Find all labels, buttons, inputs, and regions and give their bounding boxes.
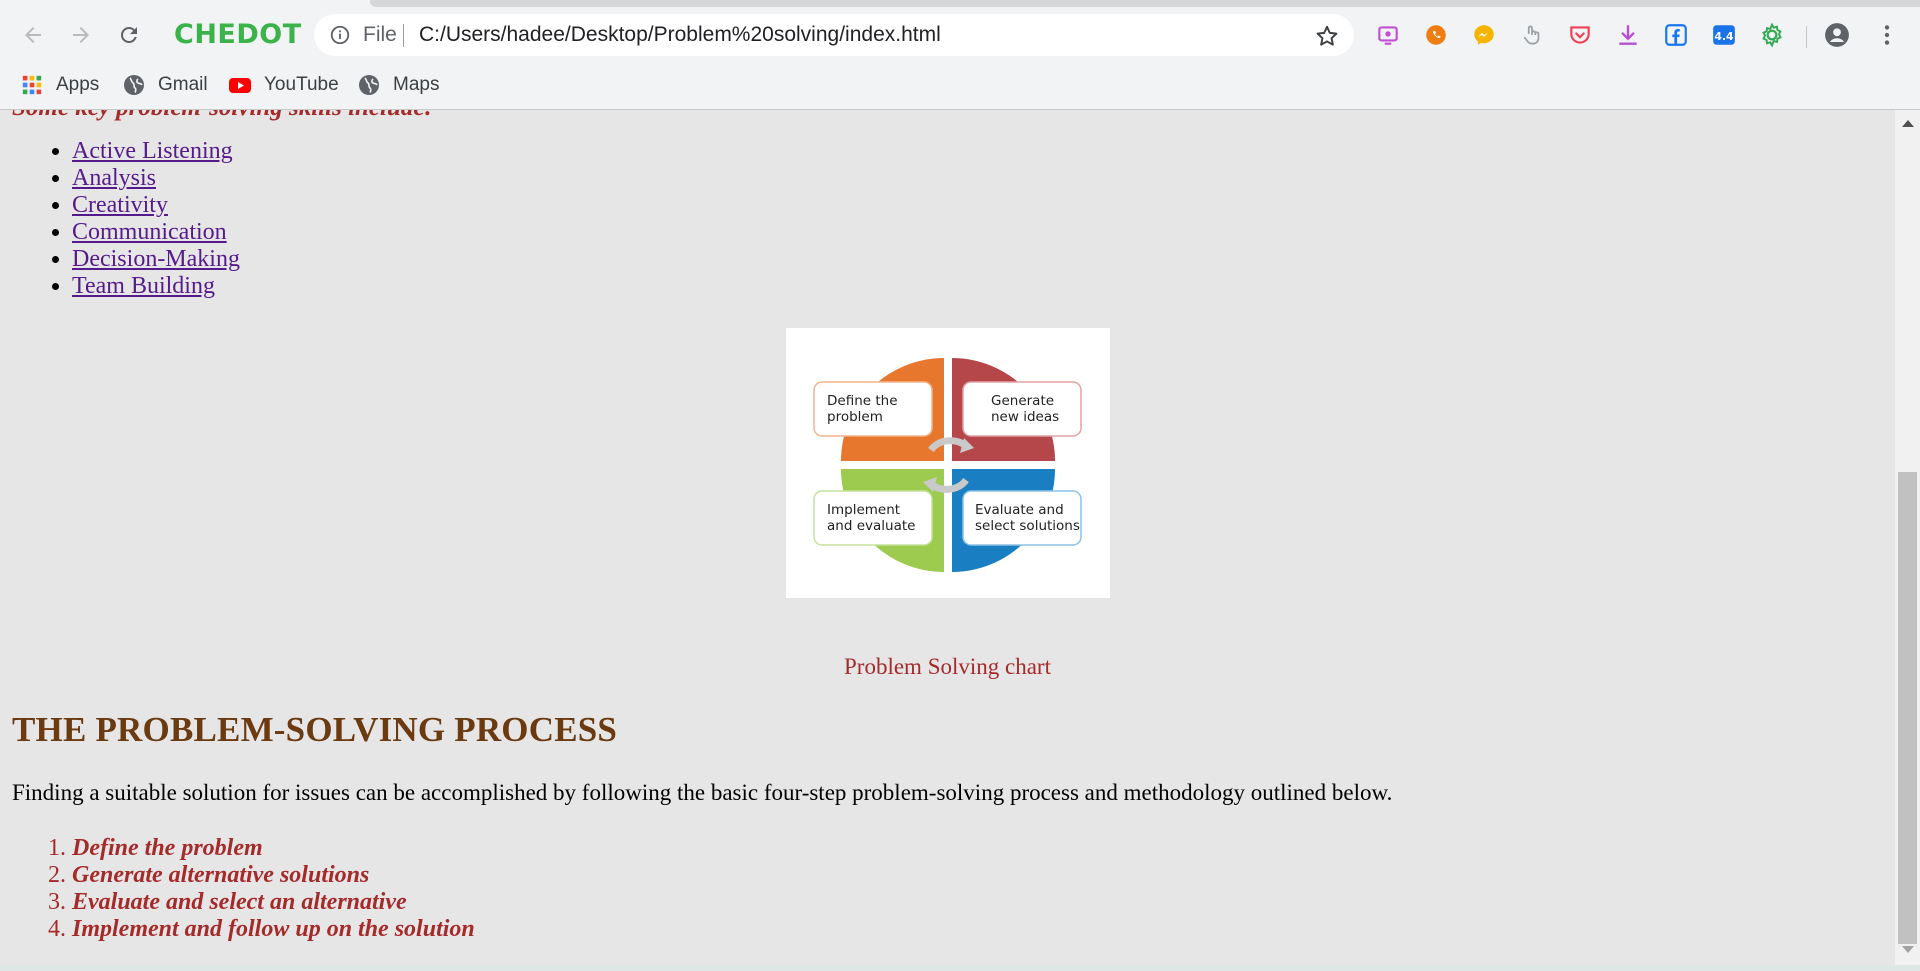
url-text[interactable]: C:/Users/hadee/Desktop/Problem%20solving…: [419, 23, 941, 47]
reload-button[interactable]: [114, 20, 144, 50]
reload-icon: [120, 26, 137, 43]
toolbar-separator: [1806, 26, 1807, 48]
skill-link[interactable]: Creativity: [72, 192, 168, 218]
screen-recorder-icon[interactable]: [1375, 22, 1401, 48]
profile-avatar-icon[interactable]: [1824, 22, 1850, 48]
chat-bubble-icon[interactable]: [1423, 22, 1449, 48]
svg-text:Implement: Implement: [827, 502, 900, 518]
touch-icon[interactable]: [1519, 22, 1545, 48]
globe-icon: [122, 73, 146, 97]
bookmark-label: Apps: [56, 74, 100, 95]
apps-grid-icon: [20, 73, 44, 97]
bookmarks-bar: Apps Gmail YouTube Maps: [0, 62, 1920, 110]
tab-edge: [370, 0, 1920, 7]
back-button[interactable]: [18, 20, 48, 50]
skill-link[interactable]: Active Listening: [72, 138, 233, 164]
svg-text:and evaluate: and evaluate: [827, 518, 915, 534]
messenger-icon[interactable]: [1471, 22, 1497, 48]
download-icon[interactable]: [1615, 22, 1641, 48]
svg-text:Evaluate and: Evaluate and: [975, 502, 1064, 518]
process-steps-list: Define the problem Generate alternative …: [30, 835, 475, 943]
address-bar[interactable]: File C:/Users/hadee/Desktop/Problem%20so…: [314, 14, 1354, 56]
scheme-label: File: [363, 23, 397, 46]
list-item: Implement and follow up on the solution: [72, 916, 475, 943]
page-viewport: Some key problem-solving skills include:…: [0, 110, 1895, 965]
list-item: Communication: [72, 219, 240, 246]
skill-link[interactable]: Analysis: [72, 165, 156, 191]
problem-solving-diagram: Define the problem Generate new ideas Im…: [786, 328, 1110, 598]
list-item: Creativity: [72, 192, 240, 219]
menu-kebab-icon[interactable]: [1874, 22, 1900, 48]
bookmark-youtube[interactable]: YouTube: [228, 71, 339, 99]
tab-strip: [0, 0, 1920, 8]
skill-link[interactable]: Team Building: [72, 273, 215, 299]
info-icon[interactable]: [329, 24, 351, 46]
forward-arrow-icon: [73, 27, 89, 43]
svg-text:Generate: Generate: [991, 393, 1054, 409]
section-paragraph: Finding a suitable solution for issues c…: [12, 780, 1393, 805]
back-arrow-icon: [25, 27, 41, 43]
pocket-icon[interactable]: [1567, 22, 1593, 48]
skills-list: Active Listening Analysis Creativity Com…: [30, 138, 240, 300]
figure-caption: Problem Solving chart: [844, 654, 1051, 679]
bookmark-label: YouTube: [264, 74, 339, 95]
puzzle-gear-icon[interactable]: [1759, 22, 1785, 48]
skill-link[interactable]: Communication: [72, 219, 227, 245]
bookmark-maps[interactable]: Maps: [357, 71, 439, 99]
forward-button[interactable]: [66, 20, 96, 50]
list-item: Analysis: [72, 165, 240, 192]
list-item: Evaluate and select an alternative: [72, 889, 475, 916]
list-item: Define the problem: [72, 835, 475, 862]
list-item: Generate alternative solutions: [72, 862, 475, 889]
bookmark-gmail[interactable]: Gmail: [122, 71, 208, 99]
bookmark-apps[interactable]: Apps: [20, 71, 99, 99]
skills-intro-text: Some key problem-solving skills include:: [12, 110, 433, 122]
svg-text:4.4: 4.4: [1714, 30, 1734, 43]
section-heading: THE PROBLEM-SOLVING PROCESS: [12, 710, 618, 749]
window-bottom-edge: [0, 965, 1920, 971]
facebook-icon[interactable]: [1663, 22, 1689, 48]
bookmark-star-icon[interactable]: [1314, 23, 1340, 49]
list-item: Active Listening: [72, 138, 240, 165]
bookmark-label: Maps: [393, 74, 440, 95]
browser-toolbar: CHEDOT File C:/Users/hadee/Desktop/Probl…: [0, 8, 1920, 62]
scrollbar-thumb[interactable]: [1898, 472, 1917, 944]
scroll-down-arrow-icon[interactable]: [1902, 946, 1914, 953]
svg-text:select solutions: select solutions: [975, 518, 1080, 534]
list-item: Decision-Making: [72, 246, 240, 273]
youtube-icon: [228, 73, 252, 97]
globe-icon: [357, 73, 381, 97]
svg-text:new ideas: new ideas: [991, 409, 1059, 425]
bookmark-label: Gmail: [158, 74, 208, 95]
svg-text:Define the: Define the: [827, 393, 898, 409]
list-item: Team Building: [72, 273, 240, 300]
version-badge-icon[interactable]: 4.4: [1711, 22, 1737, 48]
skill-link[interactable]: Decision-Making: [72, 246, 240, 272]
svg-text:problem: problem: [827, 409, 883, 425]
scroll-up-arrow-icon[interactable]: [1902, 120, 1914, 127]
address-separator: [403, 24, 404, 47]
browser-brand-logo: CHEDOT: [174, 19, 302, 50]
vertical-scrollbar[interactable]: [1895, 110, 1920, 965]
